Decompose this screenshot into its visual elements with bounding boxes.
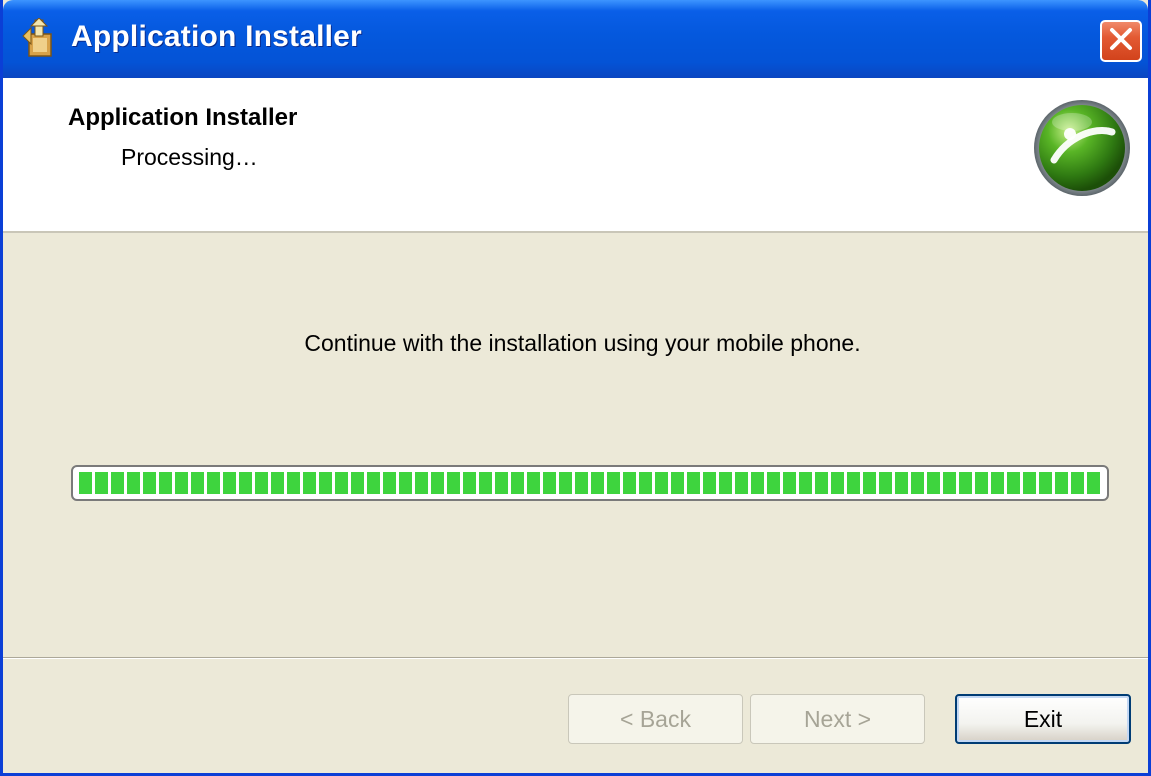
footer-separator <box>3 657 1148 659</box>
title-bar[interactable]: Application Installer <box>3 0 1148 78</box>
header-title: Application Installer <box>68 104 298 131</box>
instruction-message: Continue with the installation using you… <box>304 330 861 356</box>
progress-bar <box>71 465 1109 501</box>
installer-icon <box>19 17 59 60</box>
close-icon <box>1108 26 1134 57</box>
next-button[interactable]: Next > <box>750 694 925 744</box>
window-title: Application Installer <box>71 20 362 53</box>
progress-fill <box>79 472 1101 494</box>
exit-button[interactable]: Exit <box>955 694 1131 744</box>
close-button[interactable] <box>1100 20 1142 62</box>
sony-ericsson-logo-icon <box>1032 98 1132 198</box>
header-subtitle: Processing… <box>121 144 258 170</box>
back-button[interactable]: < Back <box>568 694 743 744</box>
header-panel: Application Installer Processing… <box>3 78 1148 233</box>
installer-window: Application Installer Application Instal… <box>0 0 1151 776</box>
